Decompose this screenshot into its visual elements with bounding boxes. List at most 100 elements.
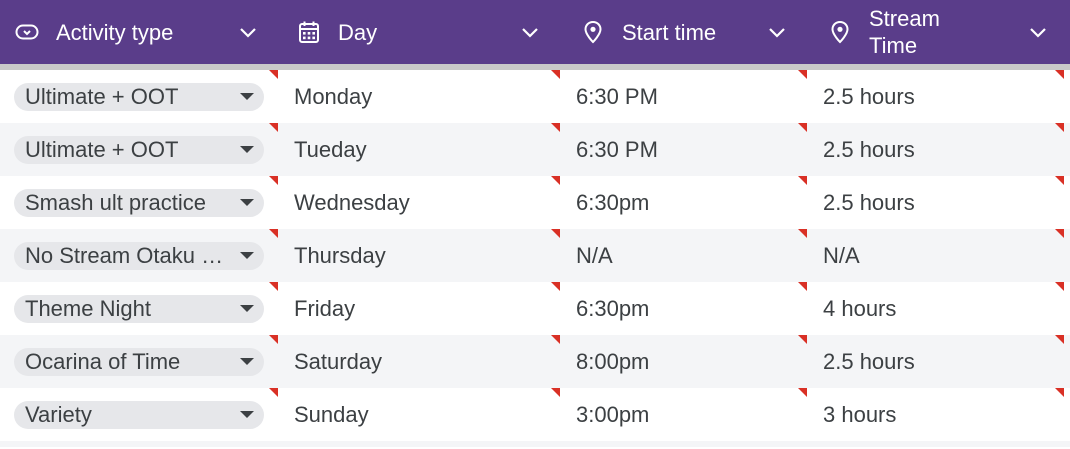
note-marker-icon[interactable] <box>269 176 278 185</box>
activity-dropdown-chip[interactable]: No Stream Otaku Night <box>14 241 264 270</box>
cell-stream-time[interactable]: 2.5 hours <box>809 70 1070 123</box>
note-marker-icon[interactable] <box>1055 282 1064 291</box>
note-marker-icon[interactable] <box>269 388 278 397</box>
cell-stream-time[interactable]: 4 hours <box>809 282 1070 335</box>
cell-start-time[interactable]: 3:00pm <box>562 388 809 441</box>
note-marker-icon[interactable] <box>269 282 278 291</box>
note-marker-icon[interactable] <box>269 229 278 238</box>
note-marker-icon[interactable] <box>551 70 560 79</box>
cell-activity[interactable]: Variety <box>0 388 280 441</box>
note-marker-icon[interactable] <box>551 282 560 291</box>
cell-start-time[interactable]: 6:30pm <box>562 282 809 335</box>
caret-down-icon[interactable] <box>240 358 254 365</box>
cell-text: 6:30pm <box>576 189 650 215</box>
column-header-day[interactable]: Day <box>280 0 562 64</box>
note-marker-icon[interactable] <box>798 70 807 79</box>
cell-day[interactable]: Friday <box>280 282 562 335</box>
caret-down-icon[interactable] <box>240 146 254 153</box>
cell-day[interactable]: Tueday <box>280 123 562 176</box>
activity-dropdown-chip[interactable]: Ocarina of Time <box>14 347 264 376</box>
cell-day[interactable]: Sunday <box>280 388 562 441</box>
column-header-start-time[interactable]: Start time <box>562 0 809 64</box>
cell-text: Sunday <box>294 401 369 427</box>
cell-activity[interactable]: Ocarina of Time <box>0 335 280 388</box>
table-row: Variety Sunday 3:00pm 3 hours <box>0 388 1070 441</box>
table-header: Activity type Day Start time Stream Time <box>0 0 1070 64</box>
cell-text: 6:30 PM <box>576 83 658 109</box>
note-marker-icon[interactable] <box>1055 123 1064 132</box>
cell-text: 2.5 hours <box>823 136 915 162</box>
cell-text: 6:30 PM <box>576 136 658 162</box>
note-marker-icon[interactable] <box>269 123 278 132</box>
cell-day[interactable]: Saturday <box>280 335 562 388</box>
note-marker-icon[interactable] <box>551 123 560 132</box>
cell-stream-time[interactable]: 2.5 hours <box>809 176 1070 229</box>
cell-start-time[interactable]: N/A <box>562 229 809 282</box>
note-marker-icon[interactable] <box>551 388 560 397</box>
cell-day[interactable]: Thursday <box>280 229 562 282</box>
cell-activity[interactable]: Ultimate + OOT <box>0 70 280 123</box>
activity-dropdown-chip[interactable]: Ultimate + OOT <box>14 82 264 111</box>
note-marker-icon[interactable] <box>551 335 560 344</box>
table-row: Ocarina of Time Saturday 8:00pm 2.5 hour… <box>0 335 1070 388</box>
cell-activity[interactable]: No Stream Otaku Night <box>0 229 280 282</box>
cell-day[interactable]: Monday <box>280 70 562 123</box>
column-header-stream-time[interactable]: Stream Time <box>809 0 1070 64</box>
note-marker-icon[interactable] <box>1055 70 1064 79</box>
cell-text: 2.5 hours <box>823 348 915 374</box>
note-marker-icon[interactable] <box>1055 388 1064 397</box>
note-marker-icon[interactable] <box>1055 229 1064 238</box>
chevron-down-icon[interactable] <box>767 22 787 42</box>
table-bottom-divider <box>0 441 1070 447</box>
cell-start-time[interactable]: 6:30 PM <box>562 70 809 123</box>
note-marker-icon[interactable] <box>798 229 807 238</box>
cell-start-time[interactable]: 6:30 PM <box>562 123 809 176</box>
note-marker-icon[interactable] <box>798 282 807 291</box>
note-marker-icon[interactable] <box>269 70 278 79</box>
cell-text: 3 hours <box>823 401 897 427</box>
note-marker-icon[interactable] <box>1055 176 1064 185</box>
activity-dropdown-chip[interactable]: Ultimate + OOT <box>14 135 264 164</box>
note-marker-icon[interactable] <box>551 229 560 238</box>
caret-down-icon[interactable] <box>240 199 254 206</box>
caret-down-icon[interactable] <box>240 411 254 418</box>
column-header-activity-type[interactable]: Activity type <box>0 0 280 64</box>
calendar-icon <box>296 19 322 45</box>
cell-text: N/A <box>576 242 613 268</box>
chip-label: Ultimate + OOT <box>25 136 179 162</box>
cell-text: Wednesday <box>294 189 410 215</box>
activity-dropdown-chip[interactable]: Smash ult practice <box>14 188 264 217</box>
cell-activity[interactable]: Theme Night <box>0 282 280 335</box>
caret-down-icon[interactable] <box>240 305 254 312</box>
cell-start-time[interactable]: 8:00pm <box>562 335 809 388</box>
column-header-label: Activity type <box>56 19 174 45</box>
chip-label: Ocarina of Time <box>25 348 181 374</box>
cell-text: N/A <box>823 242 860 268</box>
note-marker-icon[interactable] <box>798 176 807 185</box>
cell-activity[interactable]: Ultimate + OOT <box>0 123 280 176</box>
caret-down-icon[interactable] <box>240 252 254 259</box>
cell-stream-time[interactable]: N/A <box>809 229 1070 282</box>
note-marker-icon[interactable] <box>269 335 278 344</box>
cell-text: Tueday <box>294 136 367 162</box>
caret-down-icon[interactable] <box>240 93 254 100</box>
cell-text: 6:30pm <box>576 295 650 321</box>
cell-start-time[interactable]: 6:30pm <box>562 176 809 229</box>
chip-label: Variety <box>25 401 92 427</box>
cell-stream-time[interactable]: 2.5 hours <box>809 335 1070 388</box>
note-marker-icon[interactable] <box>798 335 807 344</box>
table-row: Smash ult practice Wednesday 6:30pm 2.5 … <box>0 176 1070 229</box>
note-marker-icon[interactable] <box>798 388 807 397</box>
note-marker-icon[interactable] <box>798 123 807 132</box>
cell-stream-time[interactable]: 2.5 hours <box>809 123 1070 176</box>
chevron-down-icon[interactable] <box>520 22 540 42</box>
note-marker-icon[interactable] <box>1055 335 1064 344</box>
cell-day[interactable]: Wednesday <box>280 176 562 229</box>
chevron-down-icon[interactable] <box>1028 22 1048 42</box>
cell-stream-time[interactable]: 3 hours <box>809 388 1070 441</box>
note-marker-icon[interactable] <box>551 176 560 185</box>
activity-dropdown-chip[interactable]: Theme Night <box>14 294 264 323</box>
cell-activity[interactable]: Smash ult practice <box>0 176 280 229</box>
activity-dropdown-chip[interactable]: Variety <box>14 400 264 429</box>
chevron-down-icon[interactable] <box>238 22 258 42</box>
